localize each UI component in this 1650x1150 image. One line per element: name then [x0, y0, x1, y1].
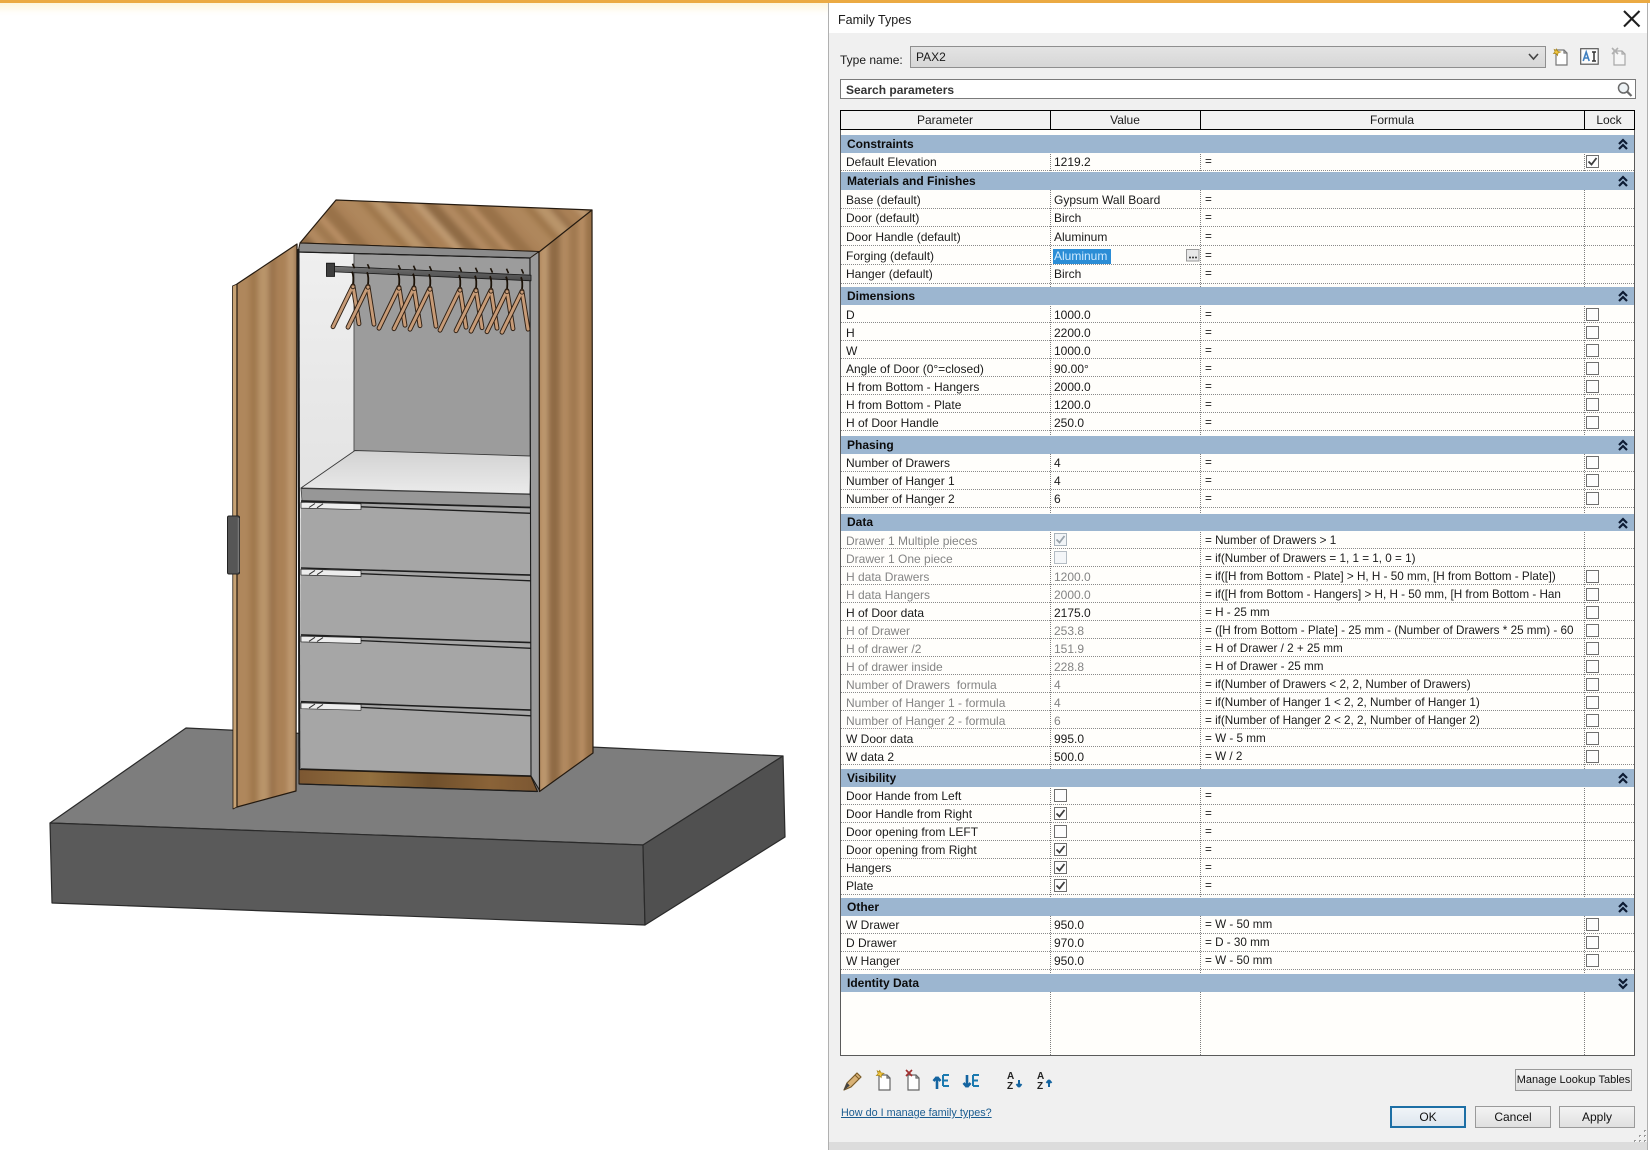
- svg-text:Z: Z: [1007, 1081, 1013, 1092]
- svg-text:Z: Z: [1037, 1081, 1043, 1092]
